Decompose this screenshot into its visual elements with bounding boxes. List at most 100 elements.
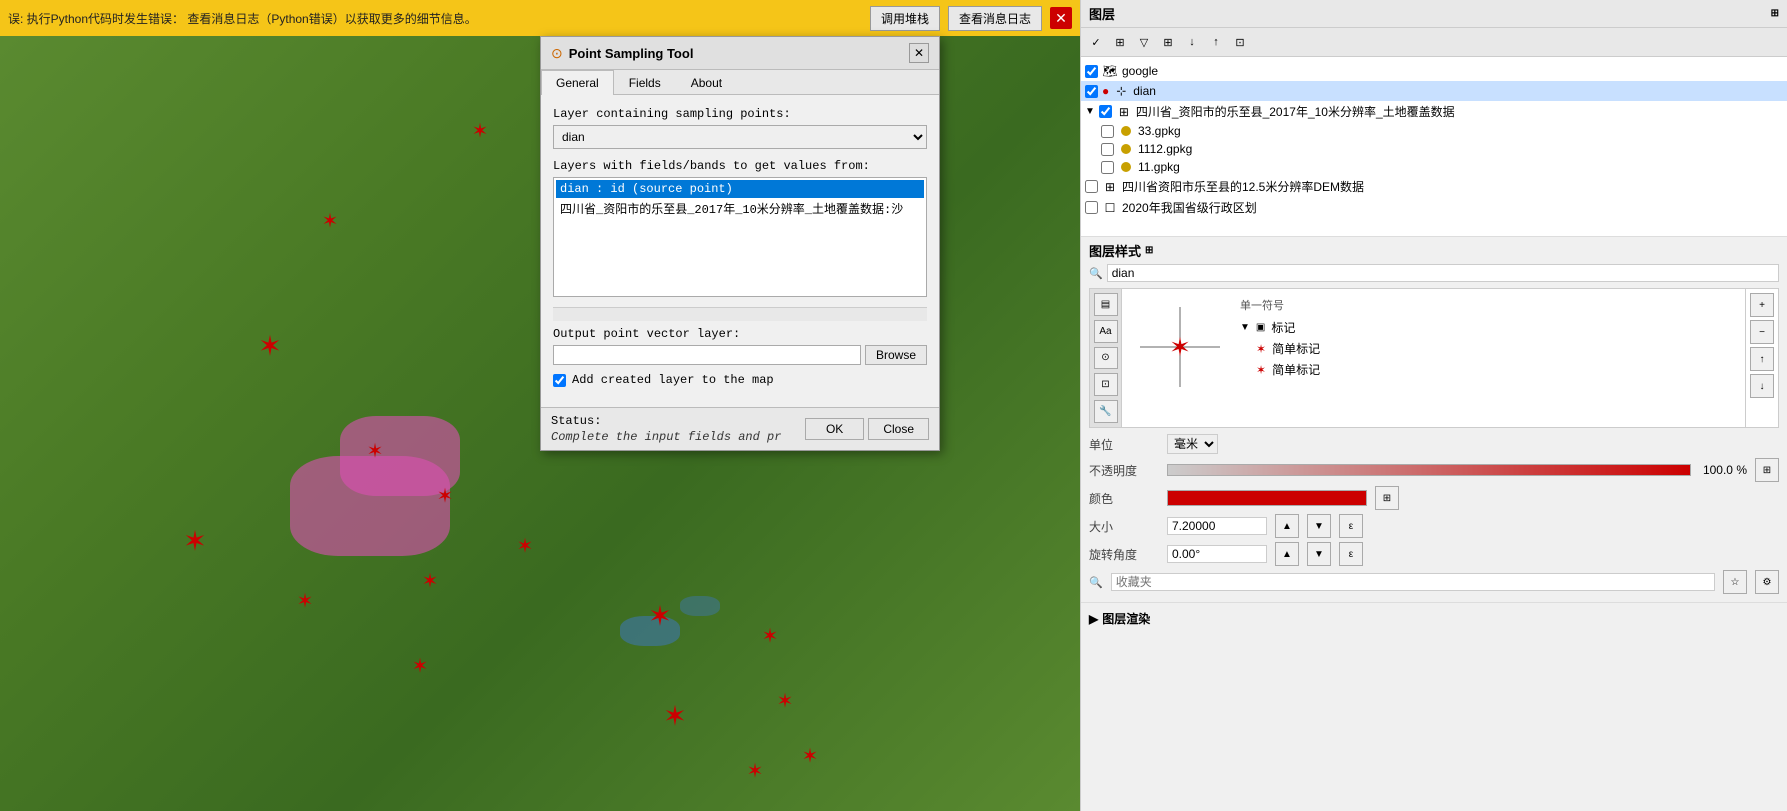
layer-item-admin[interactable]: ☐ 2020年我国省级行政区划 [1081, 197, 1787, 218]
size-expr-btn[interactable]: ε [1339, 514, 1363, 538]
color-row: 颜色 ⊞ [1089, 486, 1779, 510]
dialog-footer: Status: Complete the input fields and pr… [541, 407, 939, 450]
settings-btn[interactable]: ⚙ [1755, 570, 1779, 594]
layer-item-33gpkg[interactable]: 33.gpkg [1081, 122, 1787, 140]
layer-checkbox-33gpkg[interactable] [1101, 125, 1114, 138]
rotation-expr-btn[interactable]: ε [1339, 542, 1363, 566]
toolbar-btn-2[interactable]: ⊞ [1109, 31, 1131, 53]
rotation-row: 旋转角度 0.00° ▲ ▼ ε [1089, 542, 1779, 566]
view-log-button[interactable]: 查看消息日志 [948, 6, 1042, 31]
sym-btn-3[interactable]: ⊙ [1094, 347, 1118, 370]
symbol-row-simple1[interactable]: ✶ 简单标记 [1240, 338, 1737, 359]
search-icon-small: 🔍 [1089, 576, 1103, 589]
favorites-btn[interactable]: ☆ [1723, 570, 1747, 594]
symbol-row-simple2[interactable]: ✶ 简单标记 [1240, 359, 1737, 380]
sym-btn-2[interactable]: Aa [1094, 320, 1118, 343]
rotation-down-btn[interactable]: ▼ [1307, 542, 1331, 566]
color-picker[interactable] [1167, 490, 1367, 506]
layer-name-1112gpkg: 1112.gpkg [1138, 142, 1192, 156]
point-sampling-tool-dialog: ⊙ Point Sampling Tool ✕ General Fields A… [540, 36, 940, 451]
opacity-expand-btn[interactable]: ⊞ [1755, 458, 1779, 482]
browse-button[interactable]: Browse [865, 345, 927, 365]
layer-name-dian: dian [1133, 84, 1156, 98]
layer-color-1112 [1121, 144, 1131, 154]
sym-btn-1[interactable]: ▤ [1094, 293, 1118, 316]
star-marker: ✶ [517, 534, 534, 559]
simple-marker-icon-2: ✶ [1256, 363, 1266, 377]
layer-rendering-section: ▶ 图层渲染 [1081, 602, 1787, 634]
layer-name-admin: 2020年我国省级行政区划 [1122, 199, 1257, 216]
layer-checkbox-dem[interactable] [1085, 180, 1098, 193]
dialog-title: Point Sampling Tool [569, 46, 903, 61]
add-layer-checkbox[interactable] [553, 374, 566, 387]
symbol-main: ✶ 单一符号 ▼ ▣ 标记 ✶ 简单标记 [1122, 289, 1745, 427]
move-up-btn[interactable]: ↑ [1750, 347, 1774, 371]
layer-item-11gpkg[interactable]: 11.gpkg [1081, 158, 1787, 176]
layer-checkbox-sichuan[interactable] [1099, 105, 1112, 118]
error-text: 误: 执行Python代码时发生错误： 查看消息日志（Python错误）以获取更… [8, 10, 862, 27]
star-marker: ✶ [297, 589, 314, 614]
star-marker: ✶ [648, 600, 671, 633]
unit-select[interactable]: 毫米 [1167, 434, 1218, 454]
list-item-selected[interactable]: dian : id (source point) [556, 180, 924, 198]
size-up-btn[interactable]: ▲ [1275, 514, 1299, 538]
star-marker: ✶ [412, 654, 429, 679]
close-button[interactable]: Close [868, 418, 929, 440]
move-down-btn[interactable]: ↓ [1750, 374, 1774, 398]
favorites-search-input[interactable] [1111, 573, 1715, 591]
layer-checkbox-11gpkg[interactable] [1101, 161, 1114, 174]
error-close-button[interactable]: ✕ [1050, 7, 1072, 29]
rendering-label: 图层渲染 [1102, 610, 1150, 627]
panel-expand-icon: ⊞ [1771, 8, 1779, 19]
layer-name-dem: 四川省资阳市乐至县的12.5米分辨率DEM数据 [1122, 178, 1364, 195]
layer-rendering-title[interactable]: ▶ 图层渲染 [1089, 607, 1779, 630]
sym-btn-5[interactable]: 🔧 [1094, 400, 1118, 423]
toolbar-btn-1[interactable]: ✓ [1085, 31, 1107, 53]
toolbar-btn-4[interactable]: ↓ [1181, 31, 1203, 53]
layer-icon-sichuan: ⊞ [1116, 104, 1132, 120]
remove-symbol-btn[interactable]: − [1750, 320, 1774, 344]
star-marker: ✶ [762, 624, 779, 649]
opacity-label: 不透明度 [1089, 462, 1159, 479]
ok-button[interactable]: OK [805, 418, 864, 440]
toolbar-btn-5[interactable]: ↑ [1205, 31, 1227, 53]
tab-fields[interactable]: Fields [614, 70, 676, 95]
sym-btn-4[interactable]: ⊡ [1094, 373, 1118, 396]
output-row: Browse [553, 345, 927, 365]
layers-list: dian : id (source point) 四川省_资阳市的乐至县_201… [553, 177, 927, 297]
add-symbol-btn[interactable]: + [1750, 293, 1774, 317]
toolbar-btn-3[interactable]: ⊞ [1157, 31, 1179, 53]
layer-name-google: google [1122, 64, 1158, 78]
layer-item-dian[interactable]: ● ⊹ dian [1081, 81, 1787, 101]
layers-title: 图层 [1089, 4, 1115, 23]
list-item-normal[interactable]: 四川省_资阳市的乐至县_2017年_10米分辨率_土地覆盖数据:沙 [556, 198, 924, 219]
symbol-tree: 单一符号 ▼ ▣ 标记 ✶ 简单标记 ✶ 简单标记 [1240, 297, 1737, 397]
tab-about[interactable]: About [676, 70, 737, 95]
size-down-btn[interactable]: ▼ [1307, 514, 1331, 538]
layer-item-1112gpkg[interactable]: 1112.gpkg [1081, 140, 1787, 158]
style-search-input[interactable] [1107, 264, 1779, 282]
layer-checkbox-google[interactable] [1085, 65, 1098, 78]
layer-select[interactable]: dian [553, 125, 927, 149]
size-row: 大小 7.20000 ▲ ▼ ε [1089, 514, 1779, 538]
layer-item-google[interactable]: 🗺 google [1081, 61, 1787, 81]
layer-checkbox-1112gpkg[interactable] [1101, 143, 1114, 156]
dialog-close-button[interactable]: ✕ [909, 43, 929, 63]
rotation-up-btn[interactable]: ▲ [1275, 542, 1299, 566]
layer-item-sichuan[interactable]: ▼ ⊞ 四川省_资阳市的乐至县_2017年_10米分辨率_土地覆盖数据 [1081, 101, 1787, 122]
toolbar-btn-6[interactable]: ⊡ [1229, 31, 1251, 53]
opacity-slider[interactable] [1167, 464, 1691, 476]
star-preview-icon: ✶ [1169, 332, 1191, 363]
layer-checkbox-admin[interactable] [1085, 201, 1098, 214]
layer-checkbox-dian[interactable] [1085, 85, 1098, 98]
output-input[interactable] [553, 345, 861, 365]
size-input[interactable]: 7.20000 [1167, 517, 1267, 535]
color-expand-btn[interactable]: ⊞ [1375, 486, 1399, 510]
tab-general[interactable]: General [541, 70, 614, 95]
toolbar-btn-filter[interactable]: ▽ [1133, 31, 1155, 53]
rotation-input[interactable]: 0.00° [1167, 545, 1267, 563]
footer-status: Status: Complete the input fields and pr [551, 414, 801, 444]
callstack-button[interactable]: 调用堆栈 [870, 6, 940, 31]
layer-item-dem[interactable]: ⊞ 四川省资阳市乐至县的12.5米分辨率DEM数据 [1081, 176, 1787, 197]
scroll-bar-horizontal[interactable] [553, 307, 927, 321]
